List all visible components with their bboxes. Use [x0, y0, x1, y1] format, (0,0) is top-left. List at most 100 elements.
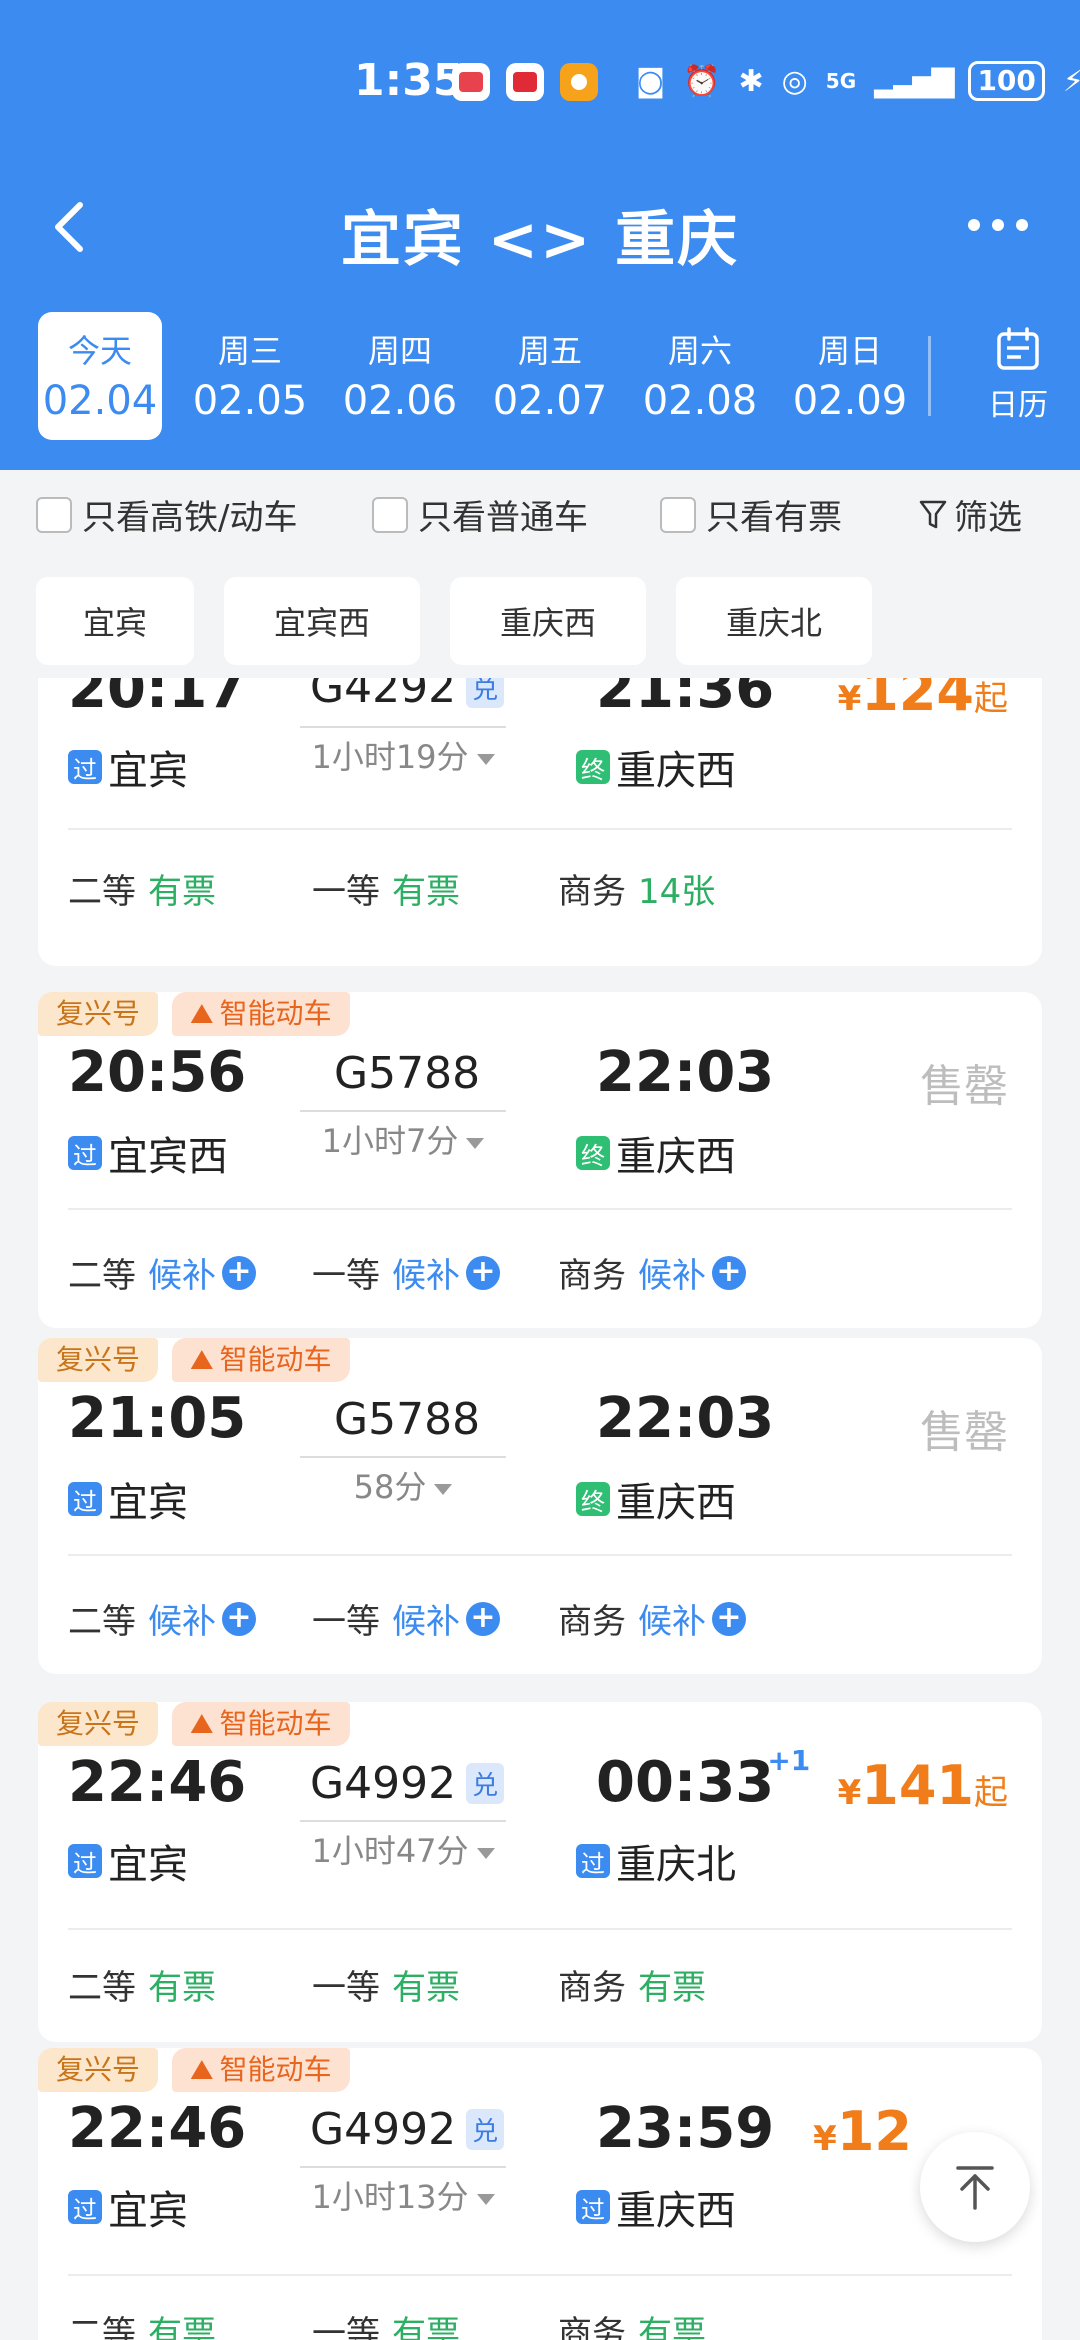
train-list: 20:17 G4292 兑 1小时19分 21:36 ¥ 124 起 过 宜宾 …	[0, 678, 1080, 2340]
calendar-label: 日历	[988, 388, 1048, 423]
seat-label: 一等	[312, 1256, 380, 1296]
checkbox[interactable]	[36, 496, 72, 533]
calendar-button[interactable]: 日历	[973, 326, 1063, 424]
caret-down-icon	[476, 1847, 495, 1859]
pass-badge: 过	[68, 750, 102, 784]
more-options-icon[interactable]	[968, 219, 1028, 231]
signal-icon: ▂▃▅▇	[874, 63, 954, 99]
funnel-icon	[919, 500, 947, 528]
seat-second-class[interactable]: 二等 候补 +	[68, 1248, 256, 1297]
station-chip[interactable]: 重庆西	[450, 577, 646, 665]
arrival-station: 终 重庆西	[576, 1470, 736, 1528]
departure-time: 20:17	[68, 678, 247, 721]
train-tags: 复兴号 ⛰ 智能动车	[38, 992, 350, 1036]
filter-available[interactable]: 只看有票	[660, 490, 842, 539]
train-number: G4292 兑	[310, 678, 505, 713]
train-card[interactable]: 复兴号 ⛰ 智能动车 20:56 G5788 1小时7分 22:03 售罄 过 宜…	[38, 992, 1042, 1328]
date-tab-today[interactable]: 今天 02.04	[38, 312, 162, 440]
waitlist: 候补 +	[638, 1248, 746, 1297]
tag-label: 智能动车	[219, 1707, 332, 1740]
station-chip[interactable]: 宜宾	[36, 577, 194, 665]
waitlist: 候补 +	[148, 1594, 256, 1643]
seat-status: 有票	[148, 872, 216, 912]
price-value: 12	[836, 2100, 912, 2163]
seat-first-class[interactable]: 一等 候补 +	[312, 1594, 500, 1643]
terminal-badge: 终	[576, 1482, 610, 1516]
alarm-icon: ⏰	[683, 63, 721, 99]
network-type-icon: 5G	[825, 69, 857, 93]
duration-text: 1小时47分	[311, 1832, 469, 1870]
station-chip[interactable]: 重庆北	[676, 577, 872, 665]
duration-text: 1小时7分	[321, 1122, 459, 1160]
price-suffix: 起	[974, 679, 1008, 719]
add-waitlist-icon: +	[712, 1601, 746, 1636]
battery-icon: 100	[968, 61, 1045, 101]
tag-label: 智能动车	[219, 2053, 332, 2086]
next-day-indicator: +1	[767, 1744, 811, 1777]
train-card[interactable]: 20:17 G4292 兑 1小时19分 21:36 ¥ 124 起 过 宜宾 …	[38, 678, 1042, 966]
train-number: G4992 兑	[310, 1758, 505, 1809]
terminal-badge: 终	[576, 1136, 610, 1170]
train-number-text: G4992	[310, 2104, 457, 2155]
station-name: 宜宾	[108, 1480, 188, 1526]
filter-button-label: 筛选	[954, 498, 1022, 538]
seat-business-class[interactable]: 商务 候补 +	[558, 1248, 746, 1297]
seat-label: 二等	[68, 1256, 136, 1296]
seat-first-class[interactable]: 一等 候补 +	[312, 1248, 500, 1297]
train-tags: 复兴号 ⛰ 智能动车	[38, 1702, 350, 1746]
train-card[interactable]: 复兴号 ⛰ 智能动车 21:05 G5788 58分 22:03 售罄 过 宜宾 …	[38, 1338, 1042, 1674]
date-tab[interactable]: 周三 02.05	[188, 312, 312, 440]
date-value: 02.09	[792, 378, 908, 424]
tag-label: 智能动车	[219, 1343, 332, 1376]
page-title: 宜宾 <> 重庆	[340, 205, 740, 275]
price-currency: ¥	[837, 679, 862, 719]
duration-text: 1小时19分	[311, 738, 469, 776]
caret-down-icon	[434, 1483, 453, 1495]
checkbox[interactable]	[660, 496, 696, 533]
notification-icons	[452, 63, 598, 101]
filter-high-speed[interactable]: 只看高铁/动车	[36, 490, 297, 539]
date-divider	[928, 336, 931, 416]
filter-button[interactable]: 筛选	[918, 490, 1022, 539]
train-card[interactable]: 复兴号 ⛰ 智能动车 22:46 G4992 兑 1小时47分 00:33 +1 …	[38, 1702, 1042, 2042]
seat-second-class[interactable]: 二等 候补 +	[68, 1594, 256, 1643]
seat-status: 有票	[638, 2314, 706, 2340]
duration[interactable]: 1小时13分	[300, 2166, 506, 2218]
date-value: 02.06	[342, 378, 458, 424]
sold-out-label: 售罄	[920, 1407, 1008, 1458]
train-icon: ⛰	[190, 1707, 214, 1740]
tag-label: 智能动车	[219, 997, 332, 1030]
seat-status: 候补	[392, 1256, 460, 1296]
duration[interactable]: 1小时19分	[300, 726, 506, 778]
duration[interactable]: 1小时47分	[300, 1820, 506, 1872]
checkbox[interactable]	[372, 496, 408, 533]
filter-normal-train[interactable]: 只看普通车	[372, 490, 588, 539]
arrival-time: 00:33 +1	[596, 1744, 810, 1815]
station-name: 宜宾	[108, 2188, 188, 2234]
divider	[68, 2274, 1012, 2276]
duration[interactable]: 1小时7分	[300, 1110, 506, 1162]
pass-badge: 过	[68, 1136, 102, 1170]
add-waitlist-icon: +	[466, 1601, 500, 1636]
seat-status: 有票	[392, 872, 460, 912]
seat-business-class[interactable]: 商务 候补 +	[558, 1594, 746, 1643]
caret-down-icon	[476, 753, 495, 765]
scroll-to-top-button[interactable]	[920, 2132, 1030, 2242]
seat-first-class: 一等 有票	[312, 864, 460, 913]
fuxing-tag: 复兴号	[38, 1702, 159, 1746]
duration[interactable]: 58分	[300, 1456, 506, 1508]
seat-first-class: 一等 有票	[312, 1960, 460, 2009]
price: ¥ 124 起	[838, 678, 1008, 723]
fuxing-tag: 复兴号	[38, 1338, 159, 1382]
seat-status: 有票	[638, 1968, 706, 2008]
date-tab[interactable]: 周四 02.06	[338, 312, 462, 440]
status-bar: 1:35 ◙ ⏰ ✱ ◎ 5G ▂▃▅▇ 100 ⚡	[0, 55, 1080, 115]
fuxing-tag: 复兴号	[38, 992, 159, 1036]
seat-business-class: 商务 有票	[558, 2306, 706, 2340]
station-chip[interactable]: 宜宾西	[224, 577, 420, 665]
date-tab[interactable]: 周五 02.07	[488, 312, 612, 440]
date-tab[interactable]: 周六 02.08	[638, 312, 762, 440]
date-tab[interactable]: 周日 02.09	[788, 312, 912, 440]
seat-label: 一等	[312, 1968, 380, 2008]
train-card[interactable]: 复兴号 ⛰ 智能动车 22:46 G4992 兑 1小时13分 23:59 ¥ 1…	[38, 2048, 1042, 2340]
